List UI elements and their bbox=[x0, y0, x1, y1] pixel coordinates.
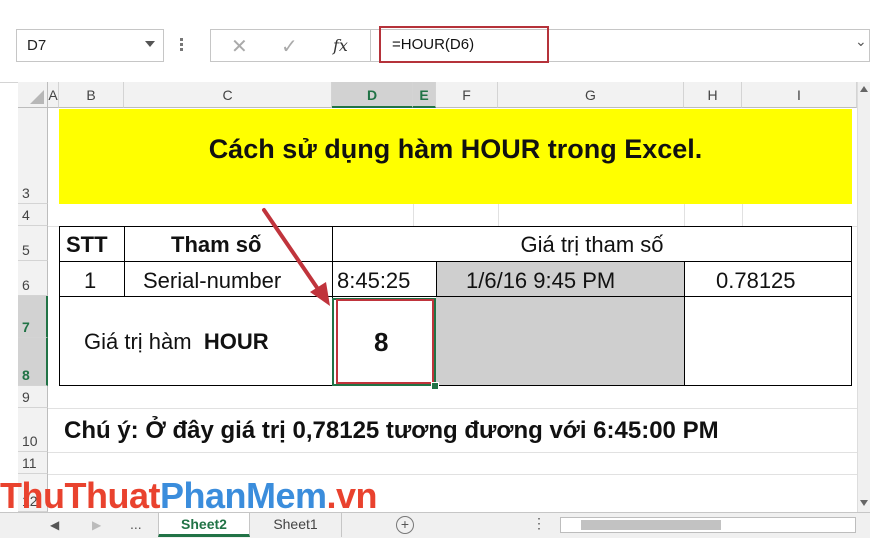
row-header-6[interactable]: 6 bbox=[18, 261, 48, 296]
gridline bbox=[684, 204, 685, 226]
row-number: 4 bbox=[22, 207, 30, 223]
header-gia-tri-tham-so: Giá trị tham số bbox=[520, 232, 664, 257]
enter-icon[interactable]: ✓ bbox=[281, 34, 298, 59]
gridline bbox=[48, 408, 857, 409]
scroll-down-icon[interactable] bbox=[860, 500, 868, 506]
col-header-d[interactable]: D bbox=[332, 82, 413, 108]
formula-buttons: ✕ ✓ fx bbox=[210, 29, 370, 62]
page-title: Cách sử dụng hàm HOUR trong Excel. bbox=[208, 134, 703, 164]
scroll-up-icon[interactable] bbox=[860, 86, 868, 92]
tab-splitter[interactable]: ⋮ bbox=[532, 515, 546, 532]
col-header-b[interactable]: B bbox=[59, 82, 124, 108]
watermark-part2: PhanMem bbox=[159, 475, 327, 516]
header-stt: STT bbox=[66, 232, 108, 257]
expand-formula-icon[interactable]: ⌄ bbox=[855, 33, 867, 50]
row-number: 8 bbox=[22, 367, 30, 383]
cancel-icon[interactable]: ✕ bbox=[231, 34, 248, 59]
vertical-scrollbar[interactable] bbox=[857, 82, 870, 512]
col-header-c[interactable]: C bbox=[124, 82, 332, 108]
row-header-11[interactable]: 11 bbox=[18, 452, 48, 474]
scroll-right-icon[interactable]: ▶ bbox=[92, 518, 101, 532]
watermark-logo: ThuThuatPhanMem.vn bbox=[0, 475, 378, 517]
row-header-7[interactable]: 7 bbox=[18, 296, 48, 338]
value-h6: 0.78125 bbox=[716, 268, 796, 293]
gridline bbox=[413, 204, 414, 226]
red-arrow-icon bbox=[262, 208, 330, 306]
row-number: 5 bbox=[22, 242, 30, 258]
row-stt: 1 bbox=[84, 268, 97, 293]
col-header-i[interactable]: I bbox=[742, 82, 857, 108]
row-header-3[interactable]: 3 bbox=[18, 108, 48, 204]
result-label-fn: HOUR bbox=[203, 329, 269, 354]
tab-sheet2[interactable]: Sheet2 bbox=[158, 513, 250, 537]
tab-sheet1[interactable]: Sheet1 bbox=[250, 513, 342, 537]
gridline bbox=[48, 452, 857, 453]
row-number: 7 bbox=[22, 319, 30, 335]
horizontal-scrollbar[interactable] bbox=[560, 517, 856, 533]
scroll-thumb[interactable] bbox=[581, 520, 721, 530]
note-text: Chú ý: Ở đây giá trị 0,78125 tương đương… bbox=[64, 417, 719, 444]
row-header-10[interactable]: 10 bbox=[18, 408, 48, 452]
formula-bar: D7 ✕ ✓ fx =HOUR(D6) ⌄ bbox=[0, 0, 870, 83]
row-number: 11 bbox=[22, 455, 37, 471]
gridline bbox=[498, 204, 499, 226]
result-label-prefix: Giá trị hàm bbox=[84, 329, 192, 354]
watermark-part3: .vn bbox=[326, 475, 378, 516]
select-all-button[interactable] bbox=[18, 82, 48, 108]
gridline bbox=[742, 204, 743, 226]
row-header-9[interactable]: 9 bbox=[18, 386, 48, 408]
more-sheets[interactable]: ... bbox=[130, 516, 142, 532]
row-header-8[interactable]: 8 bbox=[18, 338, 48, 386]
row-number: 3 bbox=[22, 185, 30, 201]
add-sheet-icon[interactable]: + bbox=[396, 516, 414, 534]
worksheet-grid[interactable]: A B C D E F G H I 3 4 5 6 7 8 9 10 11 12… bbox=[0, 82, 870, 516]
result-label: Giá trị hàm HOUR bbox=[84, 329, 269, 355]
row-number: 10 bbox=[22, 433, 38, 449]
fill-handle[interactable] bbox=[431, 382, 439, 390]
row-header-5[interactable]: 5 bbox=[18, 226, 48, 261]
fx-icon[interactable]: fx bbox=[333, 36, 348, 55]
formula-text: =HOUR(D6) bbox=[392, 36, 475, 53]
row-number: 6 bbox=[22, 277, 30, 293]
row-header-4[interactable]: 4 bbox=[18, 204, 48, 226]
row-number: 9 bbox=[22, 389, 30, 405]
value-d6: 8:45:25 bbox=[337, 268, 411, 293]
col-header-f[interactable]: F bbox=[436, 82, 498, 108]
col-header-a[interactable]: A bbox=[48, 82, 59, 108]
name-box[interactable]: D7 bbox=[16, 29, 164, 62]
col-header-e[interactable]: E bbox=[413, 82, 436, 108]
col-header-h[interactable]: H bbox=[684, 82, 742, 108]
dropdown-arrow-icon[interactable] bbox=[145, 41, 155, 47]
result-value: 8 bbox=[374, 327, 389, 357]
header-tham-so: Tham số bbox=[171, 232, 262, 257]
name-box-value: D7 bbox=[27, 37, 47, 54]
cell-h7[interactable] bbox=[684, 296, 852, 386]
scroll-left-icon[interactable]: ◀ bbox=[50, 518, 59, 532]
value-f6: 1/6/16 9:45 PM bbox=[466, 268, 616, 293]
sheet-tab-bar: ◀ ▶ ... Sheet2 Sheet1 + ⋮ bbox=[0, 512, 870, 538]
watermark-part1: ThuThuat bbox=[0, 475, 160, 516]
col-header-g[interactable]: G bbox=[498, 82, 684, 108]
grip-icon bbox=[180, 36, 184, 56]
